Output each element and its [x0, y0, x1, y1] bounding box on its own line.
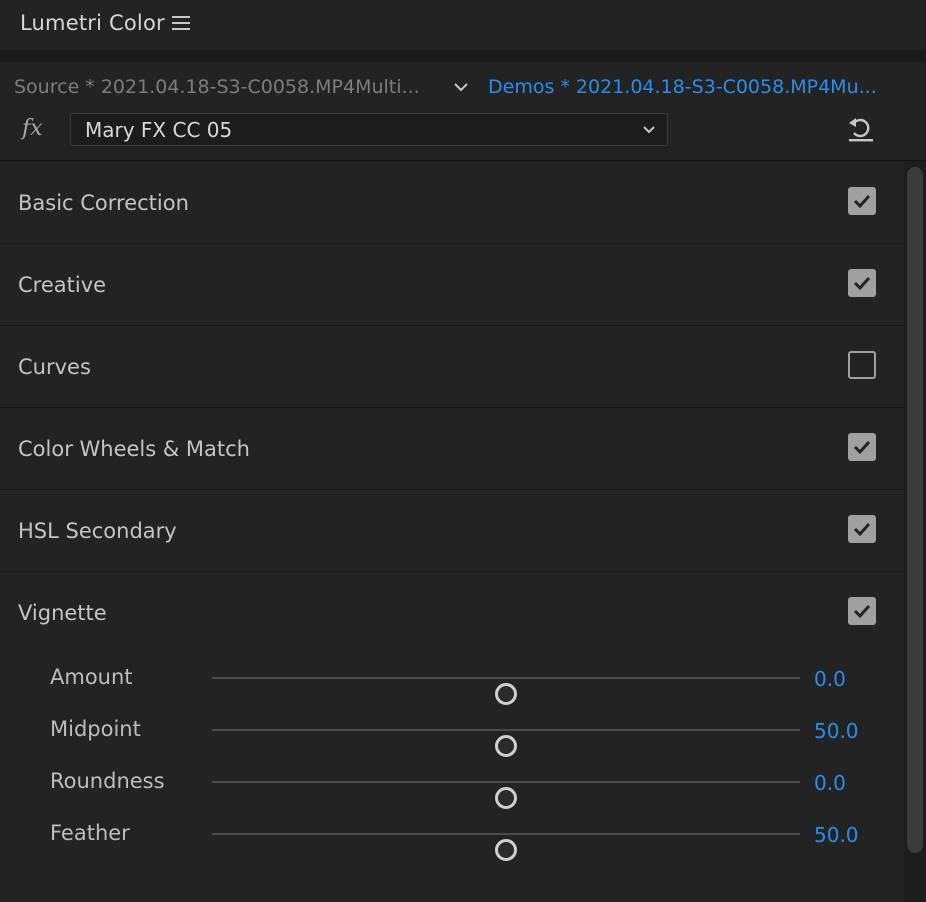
section-enable-checkbox[interactable]: [848, 515, 876, 543]
slider-track[interactable]: [212, 781, 800, 809]
vertical-scrollbar[interactable]: [904, 161, 926, 902]
hamburger-menu-icon[interactable]: [172, 16, 190, 32]
slider-thumb[interactable]: [495, 683, 517, 705]
section-label: HSL Secondary: [18, 519, 177, 543]
slider-label: Midpoint: [50, 717, 141, 741]
section-enable-checkbox[interactable]: [848, 433, 876, 461]
section-vignette[interactable]: Vignette: [0, 571, 904, 653]
vignette-roundness-row: Roundness 0.0: [0, 765, 904, 817]
section-label: Vignette: [18, 601, 107, 625]
slider-label: Roundness: [50, 769, 165, 793]
section-curves[interactable]: Curves: [0, 325, 904, 408]
slider-thumb[interactable]: [495, 735, 517, 757]
slider-track[interactable]: [212, 729, 800, 757]
panel-title: Lumetri Color: [20, 11, 165, 35]
section-basic-correction[interactable]: Basic Correction: [0, 161, 904, 244]
slider-track[interactable]: [212, 833, 800, 861]
panel-divider: [0, 50, 926, 62]
tab-source-clip[interactable]: Source * 2021.04.18-S3-C0058.MP4Multi...: [14, 76, 420, 98]
slider-value[interactable]: 50.0: [814, 719, 859, 743]
slider-thumb[interactable]: [495, 787, 517, 809]
slider-track[interactable]: [212, 677, 800, 705]
section-label: Basic Correction: [18, 191, 189, 215]
section-hsl-secondary[interactable]: HSL Secondary: [0, 489, 904, 572]
tab-sequence-clip[interactable]: Demos * 2021.04.18-S3-C0058.MP4Mu...: [488, 76, 877, 98]
section-enable-checkbox[interactable]: [848, 351, 876, 379]
lumetri-sections: Basic Correction Creative Curves Color W…: [0, 161, 904, 902]
chevron-down-icon: [641, 122, 657, 138]
section-creative[interactable]: Creative: [0, 243, 904, 326]
slider-label: Amount: [50, 665, 133, 689]
slider-value[interactable]: 0.0: [814, 771, 846, 795]
section-enable-checkbox[interactable]: [848, 187, 876, 215]
chevron-down-icon[interactable]: [452, 78, 470, 96]
section-label: Color Wheels & Match: [18, 437, 250, 461]
vignette-amount-row: Amount 0.0: [0, 661, 904, 713]
slider-value[interactable]: 50.0: [814, 823, 859, 847]
scrollbar-thumb[interactable]: [907, 167, 923, 853]
section-color-wheels-match[interactable]: Color Wheels & Match: [0, 407, 904, 490]
slider-thumb[interactable]: [495, 839, 517, 861]
effect-instance-value: Mary FX CC 05: [85, 118, 233, 142]
slider-value[interactable]: 0.0: [814, 667, 846, 691]
slider-label: Feather: [50, 821, 130, 845]
vignette-midpoint-row: Midpoint 50.0: [0, 713, 904, 765]
section-enable-checkbox[interactable]: [848, 269, 876, 297]
section-enable-checkbox[interactable]: [848, 597, 876, 625]
panel-titlebar: Lumetri Color: [0, 0, 926, 50]
section-label: Creative: [18, 273, 107, 297]
section-label: Curves: [18, 355, 91, 379]
clip-header: Source * 2021.04.18-S3-C0058.MP4Multi...…: [0, 62, 926, 161]
reset-icon[interactable]: [846, 114, 876, 144]
effect-instance-select[interactable]: Mary FX CC 05: [70, 113, 668, 146]
fx-icon[interactable]: fx: [22, 116, 43, 141]
vignette-feather-row: Feather 50.0: [0, 817, 904, 869]
